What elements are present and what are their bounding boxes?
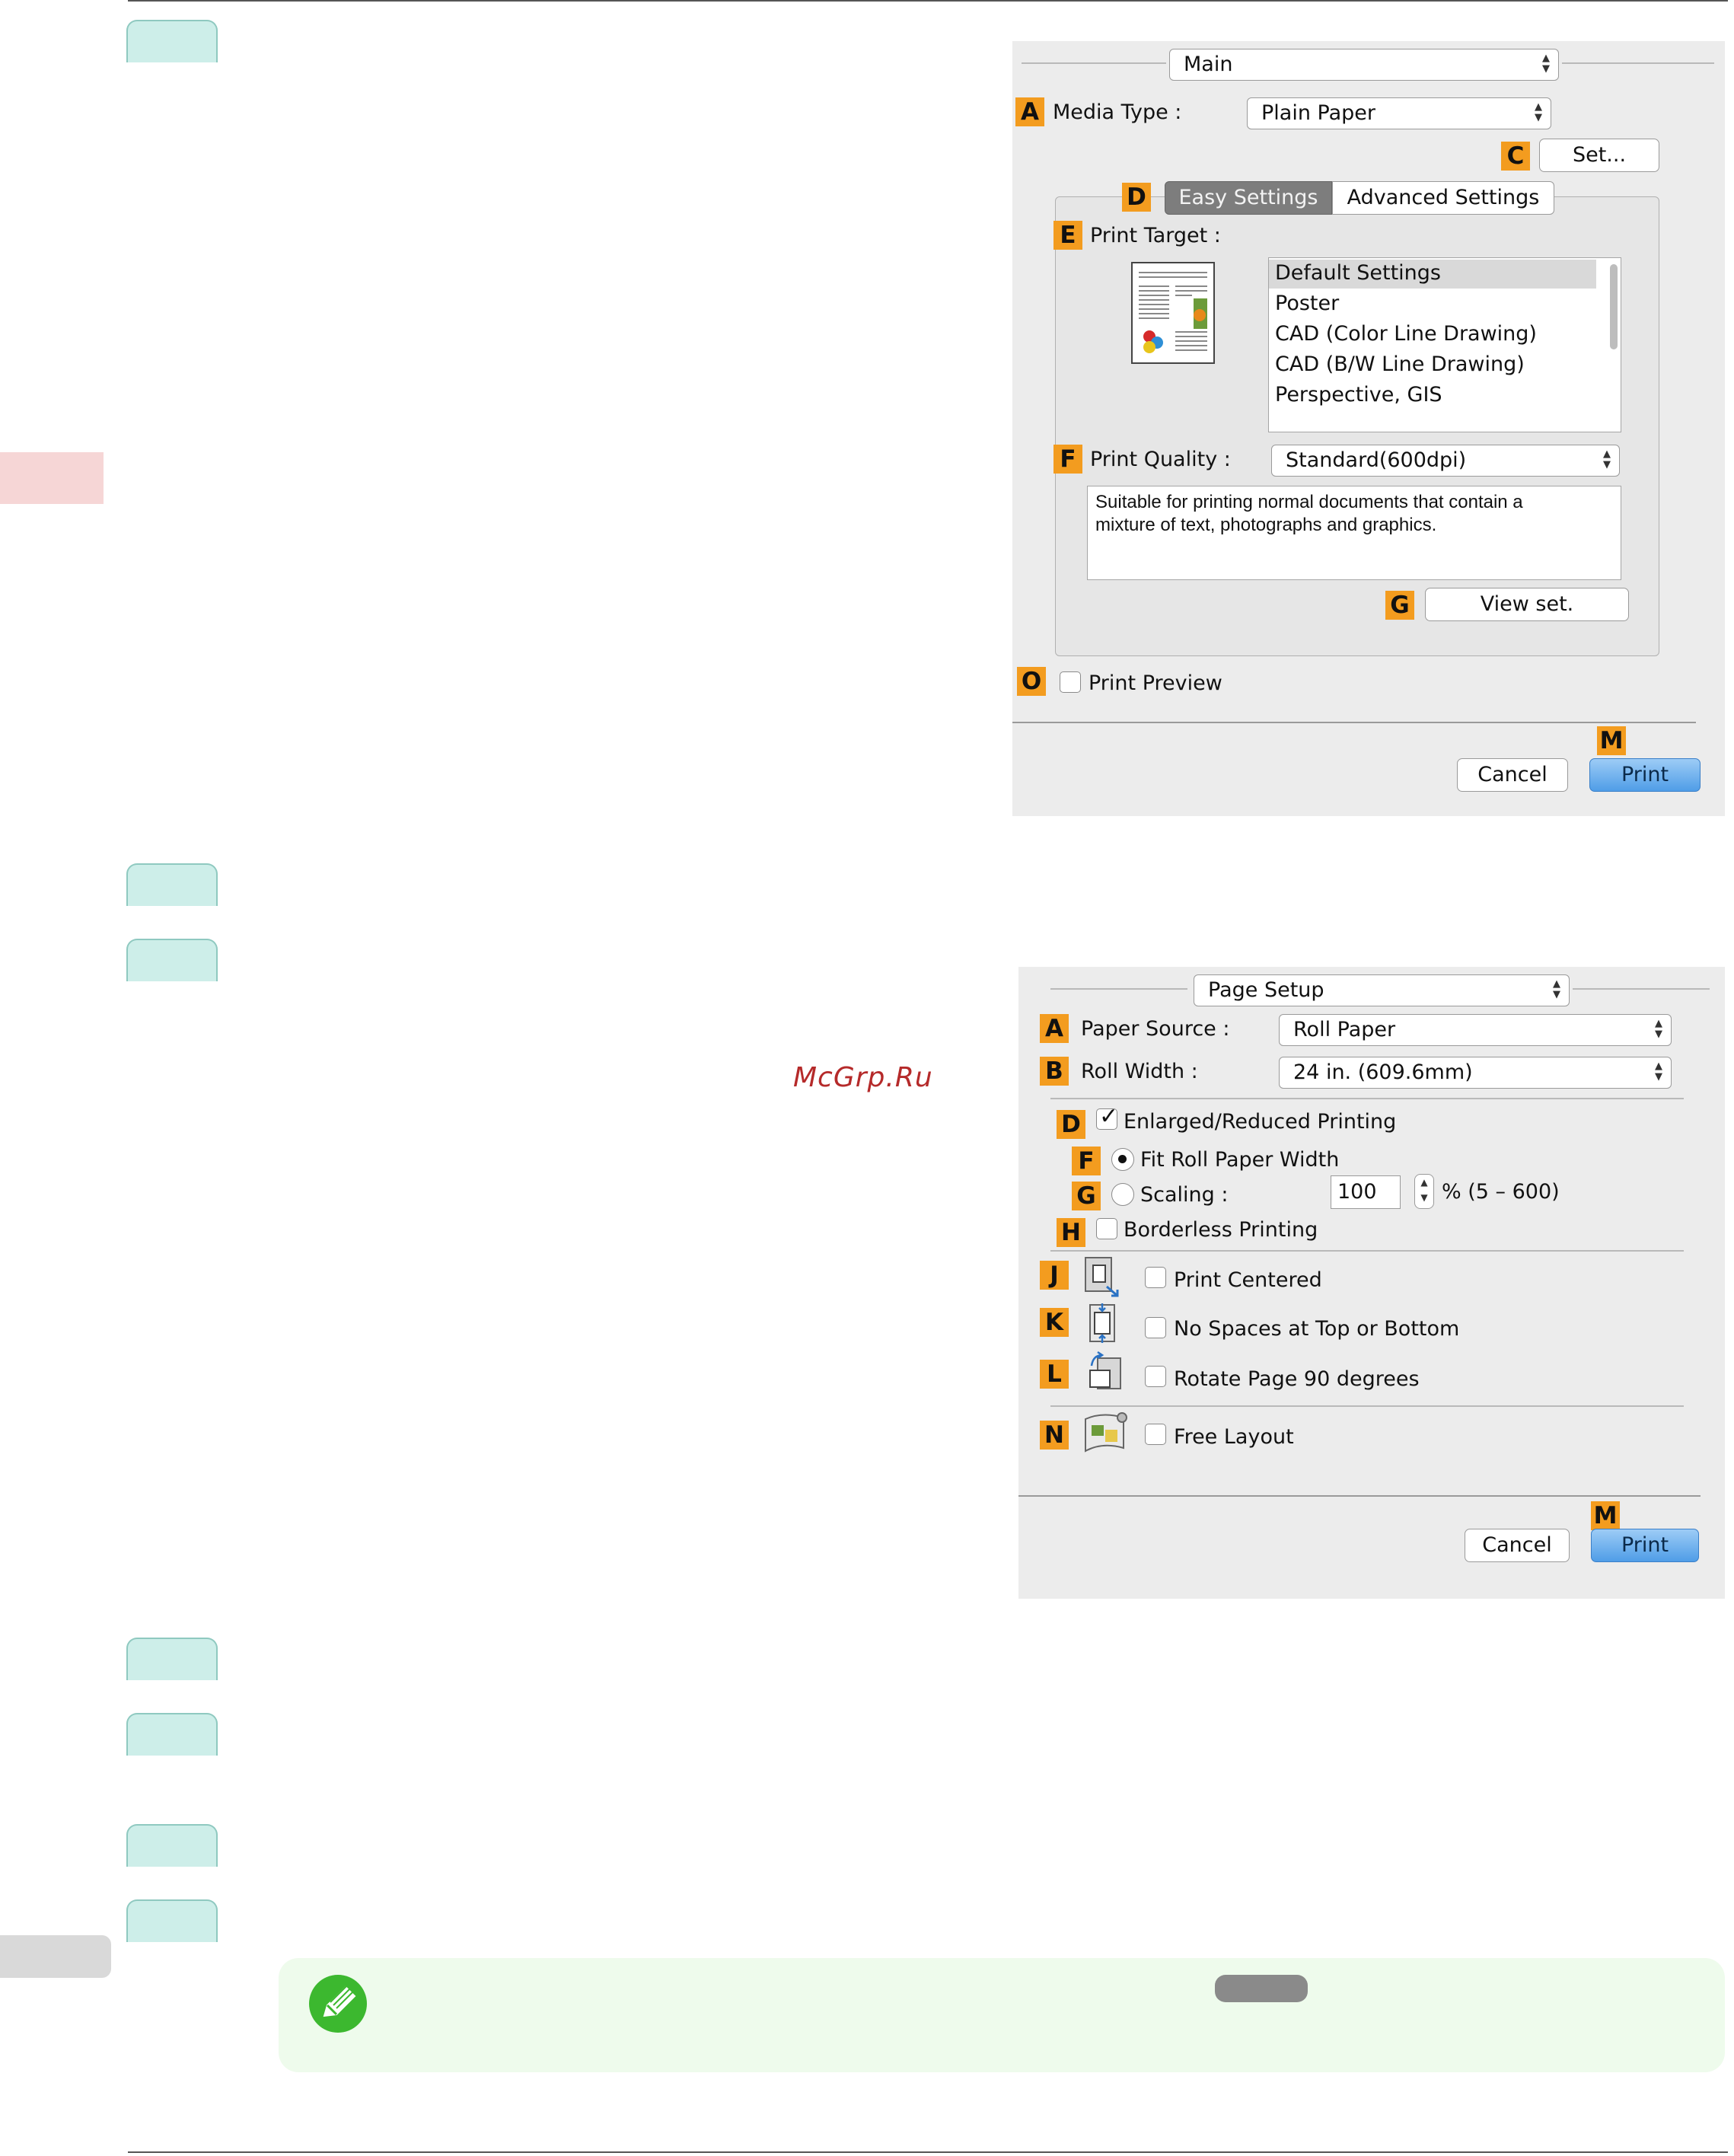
fit-roll-label: Fit Roll Paper Width [1140, 1148, 1340, 1172]
pencil-note-icon [309, 1975, 367, 2033]
no-spaces-icon [1084, 1302, 1122, 1344]
letter-d: D [1057, 1110, 1085, 1139]
page-setup-dialog: Page Setup ▲ ▼ A Paper Source : Roll Paper… [1018, 967, 1725, 1599]
rotate-page-icon [1084, 1351, 1125, 1395]
letter-o: O [1017, 667, 1046, 696]
letter-m: M [1597, 726, 1626, 755]
letter-g: G [1072, 1182, 1101, 1210]
watermark: McGrp.Ru [793, 1062, 933, 1093]
letter-j: J [1040, 1261, 1069, 1290]
view-set-button[interactable]: View set. [1425, 588, 1629, 621]
list-item[interactable]: CAD (Color Line Drawing) [1275, 322, 1537, 346]
rotate-page-label: Rotate Page 90 degrees [1174, 1367, 1420, 1391]
list-item[interactable]: Poster [1275, 292, 1339, 315]
document-preview-icon [1131, 262, 1215, 364]
fit-roll-radio[interactable] [1111, 1148, 1134, 1171]
enlarged-reduced-label: Enlarged/Reduced Printing [1124, 1110, 1397, 1134]
print-preview-checkbox[interactable] [1060, 671, 1081, 693]
step-tab [126, 863, 218, 906]
roll-width-select[interactable]: 24 in. (609.6mm) ▲ ▼ [1279, 1057, 1672, 1089]
roll-width-label: Roll Width : [1081, 1060, 1198, 1083]
borderless-checkbox[interactable] [1096, 1218, 1117, 1239]
tab-advanced-settings[interactable]: Advanced Settings [1332, 181, 1554, 215]
scaling-stepper[interactable]: ▲ ▼ [1414, 1174, 1434, 1209]
step-tab [126, 1899, 218, 1942]
print-quality-select[interactable]: Standard(600dpi) ▲ ▼ [1271, 445, 1620, 477]
letter-d: D [1122, 183, 1151, 212]
note-box [279, 1958, 1725, 2072]
letter-h: H [1057, 1218, 1085, 1247]
reference-badge [1215, 1975, 1308, 2002]
set-button[interactable]: Set... [1539, 139, 1659, 172]
panel-popup[interactable]: Main ▲ ▼ [1169, 49, 1559, 81]
letter-a: A [1015, 97, 1044, 126]
quality-description: Suitable for printing normal documents t… [1095, 492, 1523, 535]
list-item[interactable]: Perspective, GIS [1275, 383, 1442, 407]
letter-f: F [1053, 445, 1082, 474]
print-target-list[interactable]: Default Settings Poster CAD (Color Line … [1268, 257, 1621, 432]
letter-f: F [1072, 1147, 1101, 1175]
letter-l: L [1040, 1360, 1069, 1389]
print-quality-label: Print Quality : [1090, 448, 1231, 471]
letter-m: M [1591, 1501, 1620, 1530]
tab-easy-settings[interactable]: Easy Settings [1165, 181, 1332, 215]
print-centered-checkbox[interactable] [1145, 1267, 1166, 1288]
scaling-input[interactable]: 100 [1331, 1175, 1401, 1209]
letter-a: A [1040, 1014, 1069, 1043]
cancel-button[interactable]: Cancel [1457, 758, 1568, 792]
step-tab [126, 1713, 218, 1756]
rotate-page-checkbox[interactable] [1145, 1366, 1166, 1387]
free-layout-checkbox[interactable] [1145, 1424, 1166, 1445]
no-spaces-checkbox[interactable] [1145, 1317, 1166, 1338]
step-tab [126, 939, 218, 981]
step-tab [126, 1824, 218, 1867]
print-button[interactable]: Print [1591, 1529, 1699, 1562]
paper-source-select[interactable]: Roll Paper ▲ ▼ [1279, 1014, 1672, 1046]
no-spaces-label: No Spaces at Top or Bottom [1174, 1317, 1460, 1341]
letter-k: K [1040, 1308, 1069, 1337]
scaling-radio[interactable] [1111, 1183, 1134, 1206]
quality-description-box: Suitable for printing normal documents t… [1087, 486, 1621, 580]
media-type-label: Media Type : [1053, 100, 1182, 124]
borderless-label: Borderless Printing [1124, 1218, 1318, 1242]
chapter-side-tab [0, 452, 104, 504]
top-rule [128, 0, 1728, 2]
list-scrollbar[interactable] [1610, 264, 1618, 349]
page-side-tab [0, 1935, 111, 1978]
print-centered-label: Print Centered [1174, 1268, 1322, 1292]
free-layout-icon [1079, 1408, 1131, 1462]
print-preview-label: Print Preview [1089, 671, 1222, 695]
letter-b: B [1040, 1057, 1069, 1086]
letter-c: C [1501, 142, 1530, 171]
paper-source-label: Paper Source : [1081, 1017, 1230, 1041]
list-item[interactable]: Default Settings [1275, 261, 1441, 285]
scaling-label: Scaling : [1140, 1183, 1229, 1207]
scaling-range-label: % (5 – 600) [1442, 1180, 1560, 1204]
list-item[interactable]: CAD (B/W Line Drawing) [1275, 352, 1525, 376]
step-tab [126, 1638, 218, 1680]
media-type-select[interactable]: Plain Paper ▲ ▼ [1247, 97, 1551, 129]
letter-g: G [1385, 591, 1414, 620]
enlarged-reduced-checkbox[interactable] [1096, 1103, 1118, 1130]
print-centered-icon [1084, 1256, 1122, 1299]
cancel-button[interactable]: Cancel [1465, 1529, 1570, 1562]
letter-e: E [1053, 221, 1082, 250]
bottom-rule [128, 2151, 1728, 2153]
letter-n: N [1040, 1421, 1069, 1450]
print-target-label: Print Target : [1090, 224, 1221, 247]
panel-popup[interactable]: Page Setup ▲ ▼ [1194, 974, 1570, 1006]
step-tab [126, 20, 218, 62]
free-layout-label: Free Layout [1174, 1425, 1294, 1449]
main-print-dialog: Main ▲ ▼ A Media Type : Plain Paper ▲ ▼ C Se… [1012, 41, 1725, 816]
print-button[interactable]: Print [1589, 758, 1701, 792]
